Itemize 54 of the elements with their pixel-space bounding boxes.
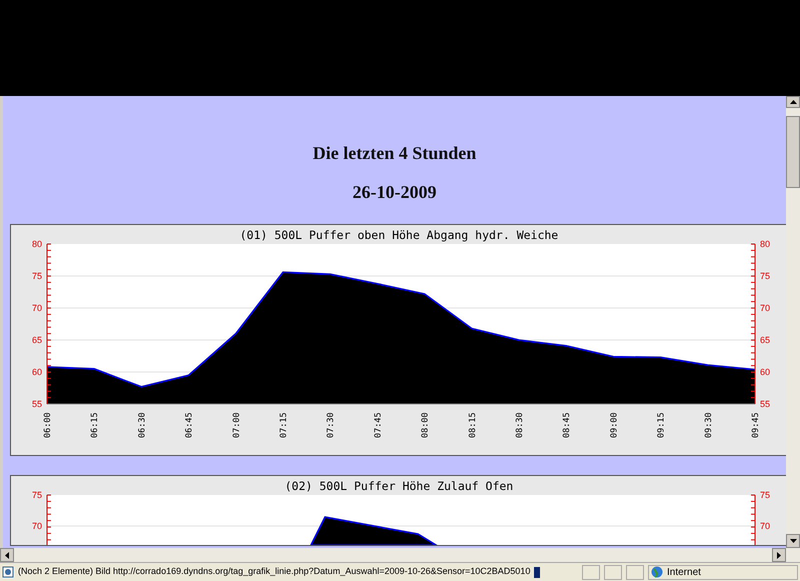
y-tick-label: 75: [760, 490, 770, 500]
y-tick-label: 65: [760, 335, 770, 345]
globe-icon: [651, 566, 663, 578]
x-tick-label: 07:15: [279, 412, 289, 438]
date-heading: 26-10-2009: [352, 181, 436, 204]
scroll-up-button[interactable]: [786, 96, 800, 108]
right-arrow-icon: [777, 552, 781, 558]
x-tick-label: 08:30: [515, 412, 525, 438]
y-tick-label: 75: [760, 271, 770, 281]
x-tick-label: 06:00: [43, 412, 53, 438]
zone-label: Internet: [667, 566, 701, 580]
x-tick-label: 09:00: [609, 412, 620, 438]
x-tick-label: 08:15: [468, 412, 478, 438]
scroll-down-button[interactable]: [786, 534, 800, 548]
x-tick-label: 07:00: [232, 412, 242, 438]
y-tick-label: 55: [32, 399, 42, 409]
horizontal-scrollbar[interactable]: [0, 548, 786, 562]
y-tick-label: 80: [760, 239, 770, 249]
x-tick-label: 06:45: [184, 412, 195, 438]
y-tick-label: 60: [32, 367, 42, 377]
page-icon: [2, 566, 14, 578]
up-arrow-icon: [790, 100, 796, 104]
y-tick-label: 75: [32, 271, 42, 281]
chart-title: (01) 500L Puffer oben Höhe Abgang hydr. Weiche: [240, 228, 558, 242]
y-tick-label: 55: [760, 399, 770, 409]
y-tick-label: 70: [760, 521, 770, 531]
x-tick-label: 06:30: [137, 412, 148, 438]
left-arrow-icon: [5, 552, 9, 558]
y-tick-label: 80: [32, 239, 42, 249]
x-tick-label: 07:45: [373, 412, 384, 438]
page-heading: Die letzten 4 Stunden: [312, 142, 476, 165]
scroll-thumb[interactable]: [786, 116, 800, 188]
y-tick-label: 70: [760, 303, 770, 313]
scroll-left-button[interactable]: [0, 548, 14, 562]
y-tick-label: 75: [32, 490, 42, 500]
y-tick-label: 65: [32, 335, 42, 345]
x-tick-label: 09:30: [704, 412, 714, 438]
progress-indicator: [534, 566, 540, 578]
y-axis: [750, 494, 756, 545]
x-tick-label: 06:15: [90, 412, 100, 438]
x-tick-label: 07:30: [326, 412, 336, 438]
scroll-right-button[interactable]: [772, 548, 786, 562]
down-arrow-icon: [790, 539, 796, 543]
status-text: (Noch 2 Elemente) Bild http://corrado169.dyndns.org/tag_grafik_linie.php?Datum_Auswahl=2009-10-26&Sensor=10C2BAD5010: [18, 565, 530, 578]
x-tick-label: 08:45: [562, 412, 572, 438]
x-tick-label: 09:45: [751, 412, 761, 438]
chart-title: (02) 500L Puffer Höhe Zulauf Ofen: [284, 479, 514, 493]
vertical-scrollbar[interactable]: [786, 96, 800, 562]
x-tick-label: 08:00: [420, 412, 431, 438]
y-tick-label: 70: [32, 303, 42, 313]
y-tick-label: 60: [760, 367, 770, 377]
y-axis: [46, 494, 52, 545]
x-tick-label: 09:15: [656, 412, 667, 438]
y-tick-label: 70: [32, 521, 42, 531]
